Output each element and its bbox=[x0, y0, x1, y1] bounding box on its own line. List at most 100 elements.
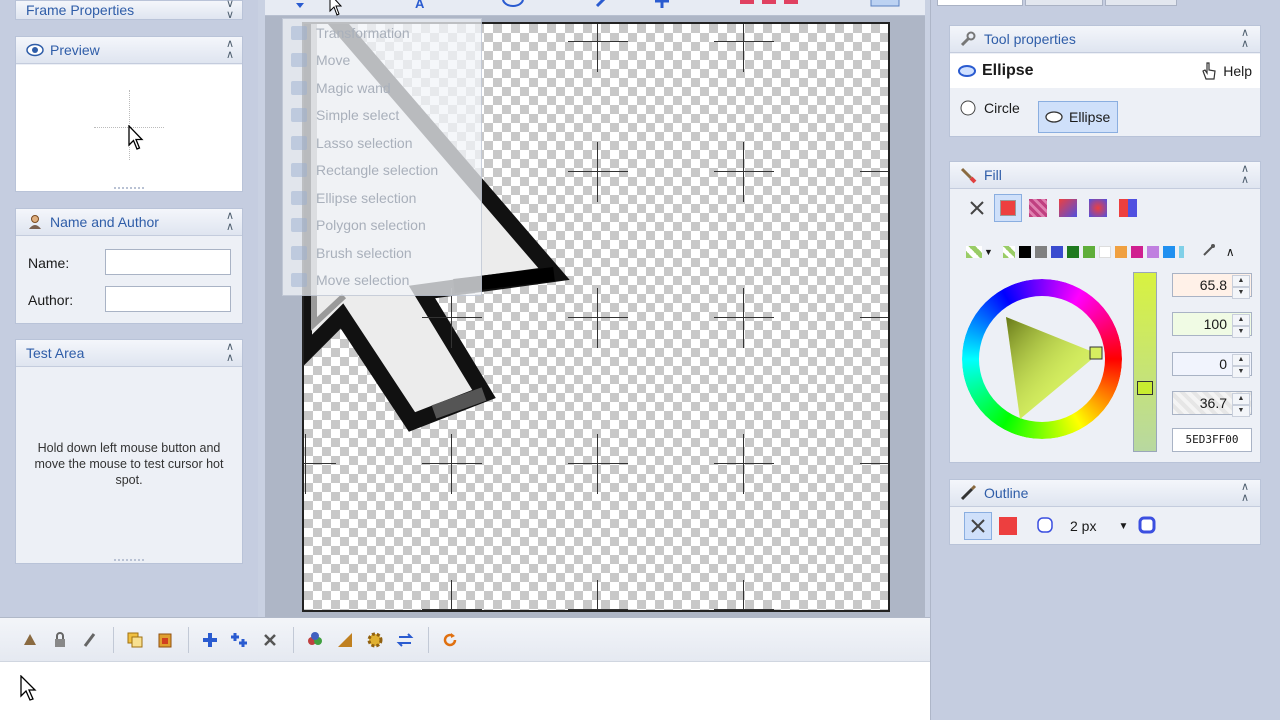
palette-swatch[interactable] bbox=[1066, 245, 1079, 258]
effects-icon[interactable] bbox=[301, 627, 329, 653]
saturation-field[interactable]: 100 ▲ ▼ bbox=[1172, 312, 1252, 338]
eyedropper-icon[interactable] bbox=[1202, 243, 1216, 260]
ellipse-option[interactable]: Ellipse bbox=[1038, 101, 1118, 133]
outline-color-button[interactable] bbox=[994, 512, 1022, 540]
delete-frame-icon[interactable] bbox=[256, 627, 284, 653]
ellipse-tool-icon[interactable] bbox=[500, 0, 530, 12]
frame-properties-header[interactable]: Frame Properties ∨ ∨ bbox=[16, 0, 242, 21]
menu-item-brush-selection[interactable]: Brush selection bbox=[283, 239, 481, 267]
plus-tool-icon[interactable] bbox=[655, 0, 669, 8]
palette-swatch[interactable] bbox=[1114, 245, 1127, 258]
menu-item-transformation[interactable]: Transformation bbox=[283, 19, 481, 47]
outline-width[interactable]: 2 px bbox=[1070, 518, 1096, 534]
hex-field[interactable]: 5ED3FF00 bbox=[1172, 428, 1252, 452]
layer-mode-icons[interactable] bbox=[740, 0, 800, 10]
menu-item-rectangle-selection[interactable]: Rectangle selection bbox=[283, 157, 481, 185]
resize-grip[interactable] bbox=[114, 187, 144, 189]
wrench-icon bbox=[958, 30, 978, 48]
hue-field[interactable]: 65.8 ▲ ▼ bbox=[1172, 273, 1252, 299]
eyedropper-tool-icon[interactable] bbox=[595, 0, 609, 8]
lightness-slider[interactable] bbox=[1133, 272, 1157, 452]
duplicate-frame-icon[interactable] bbox=[226, 627, 254, 653]
alpha-field[interactable]: 36.7 ▲ ▼ bbox=[1172, 391, 1252, 417]
collapse-chevron-icon[interactable]: ∧ ∧ bbox=[1238, 28, 1252, 50]
left-dock: Frame Properties ∨ ∨ Preview ∧ ∧ Name and … bbox=[0, 0, 258, 617]
text-tool-icon[interactable]: A bbox=[415, 0, 424, 11]
solid-fill-button[interactable] bbox=[994, 194, 1022, 222]
crosshair-marker bbox=[422, 580, 482, 610]
crosshair-marker bbox=[860, 288, 888, 348]
collapse-chevron-icon[interactable]: ∧ ∧ bbox=[222, 39, 236, 61]
resize-grip[interactable] bbox=[114, 559, 144, 561]
fill-panel: Fill ∧ ∧ ▼ ∧ 65.8 ▲ ▼ 100 ▲ ▼ 0 ▲ ▼ 36.7… bbox=[949, 161, 1261, 463]
tab-editing[interactable] bbox=[937, 0, 1023, 6]
dropdown-arrow-icon[interactable]: ▼ bbox=[1118, 521, 1128, 532]
rectangle-select-icon bbox=[291, 163, 307, 178]
palette-swatch[interactable] bbox=[1018, 245, 1031, 258]
value-field[interactable]: 0 ▲ ▼ bbox=[1172, 352, 1252, 378]
collapse-chevron-icon[interactable]: ∧ ∧ bbox=[222, 211, 236, 233]
no-fill-icon[interactable] bbox=[964, 195, 990, 221]
lock-icon[interactable] bbox=[46, 627, 74, 653]
menu-item-polygon-selection[interactable]: Polygon selection bbox=[283, 212, 481, 240]
outline-title: Outline bbox=[984, 485, 1029, 501]
add-frame-icon[interactable] bbox=[196, 627, 224, 653]
gradient-icon[interactable] bbox=[331, 627, 359, 653]
test-area-panel: Test Area ∧ ∧ Hold down left mouse button… bbox=[15, 339, 243, 564]
radial-gradient-fill-button[interactable] bbox=[1084, 194, 1112, 222]
menu-item-ellipse-selection[interactable]: Ellipse selection bbox=[283, 184, 481, 212]
palette-menu-icon[interactable] bbox=[966, 245, 982, 258]
reorder-icon[interactable] bbox=[391, 627, 419, 653]
test-area-header[interactable]: Test Area ∧ ∧ bbox=[16, 340, 242, 367]
tab-layers[interactable] bbox=[1025, 0, 1103, 6]
menu-item-magic-wand[interactable]: Magic wand bbox=[283, 74, 481, 102]
brush-icon[interactable] bbox=[76, 627, 104, 653]
slider-handle[interactable] bbox=[1137, 381, 1153, 395]
menu-item-move[interactable]: Move bbox=[283, 47, 481, 75]
palette-swatch[interactable] bbox=[1098, 245, 1111, 258]
collapse-chevron-icon[interactable]: ∧ ∧ bbox=[222, 342, 236, 364]
circle-option[interactable]: Circle bbox=[960, 100, 1020, 116]
fill-header[interactable]: Fill ∧ ∧ bbox=[950, 162, 1260, 189]
frame-thumbnail-cursor-icon[interactable] bbox=[20, 675, 38, 703]
hand-pointer-icon bbox=[1202, 62, 1216, 80]
menu-item-lasso-selection[interactable]: Lasso selection bbox=[283, 129, 481, 157]
hatch-fill-button[interactable] bbox=[1024, 194, 1052, 222]
collapse-chevron-icon[interactable]: ∧ ∧ bbox=[1238, 482, 1252, 504]
collapse-chevron-icon[interactable]: ∧ ∧ bbox=[1238, 164, 1252, 186]
preview-header[interactable]: Preview ∧ ∧ bbox=[16, 37, 242, 64]
outline-shape-icon[interactable] bbox=[1036, 516, 1054, 537]
palette-swatch[interactable] bbox=[1178, 245, 1184, 258]
palette-more-icon[interactable]: ∧ bbox=[1226, 245, 1235, 259]
palette-swatch[interactable] bbox=[1162, 245, 1175, 258]
collapse-chevron-icon[interactable]: ∨ ∨ bbox=[222, 0, 236, 21]
menu-item-move-selection[interactable]: Move selection bbox=[283, 267, 481, 295]
palette-swatch[interactable] bbox=[1146, 245, 1159, 258]
no-outline-icon[interactable] bbox=[964, 512, 992, 540]
copy-frame-icon[interactable] bbox=[121, 627, 149, 653]
grid-toggle-icon[interactable] bbox=[870, 0, 900, 10]
paste-frame-icon[interactable] bbox=[151, 627, 179, 653]
palette-swatch[interactable] bbox=[1050, 245, 1063, 258]
transform-tool-icon[interactable] bbox=[293, 0, 307, 8]
name-author-header[interactable]: Name and Author ∧ ∧ bbox=[16, 209, 242, 236]
palette-swatch[interactable] bbox=[1130, 245, 1143, 258]
help-button[interactable]: Help bbox=[1199, 61, 1252, 81]
color-wheel[interactable] bbox=[960, 277, 1124, 441]
outline-header[interactable]: Outline ∧ ∧ bbox=[950, 480, 1260, 507]
outline-join-icon[interactable] bbox=[1138, 516, 1156, 537]
refresh-icon[interactable] bbox=[436, 627, 464, 653]
palette-transparent-swatch[interactable] bbox=[1002, 245, 1015, 258]
tool-properties-header[interactable]: Tool properties ∧ ∧ bbox=[950, 26, 1260, 53]
menu-item-simple-select[interactable]: Simple select bbox=[283, 102, 481, 130]
settings-gear-icon[interactable] bbox=[361, 627, 389, 653]
new-frame-icon[interactable] bbox=[16, 627, 44, 653]
linear-gradient-fill-button[interactable] bbox=[1054, 194, 1082, 222]
name-input[interactable] bbox=[105, 249, 231, 275]
transform-icon bbox=[291, 25, 307, 40]
tab-formats[interactable] bbox=[1105, 0, 1177, 6]
author-input[interactable] bbox=[105, 286, 231, 312]
pattern-fill-button[interactable] bbox=[1114, 194, 1142, 222]
palette-swatch[interactable] bbox=[1034, 245, 1047, 258]
palette-swatch[interactable] bbox=[1082, 245, 1095, 258]
